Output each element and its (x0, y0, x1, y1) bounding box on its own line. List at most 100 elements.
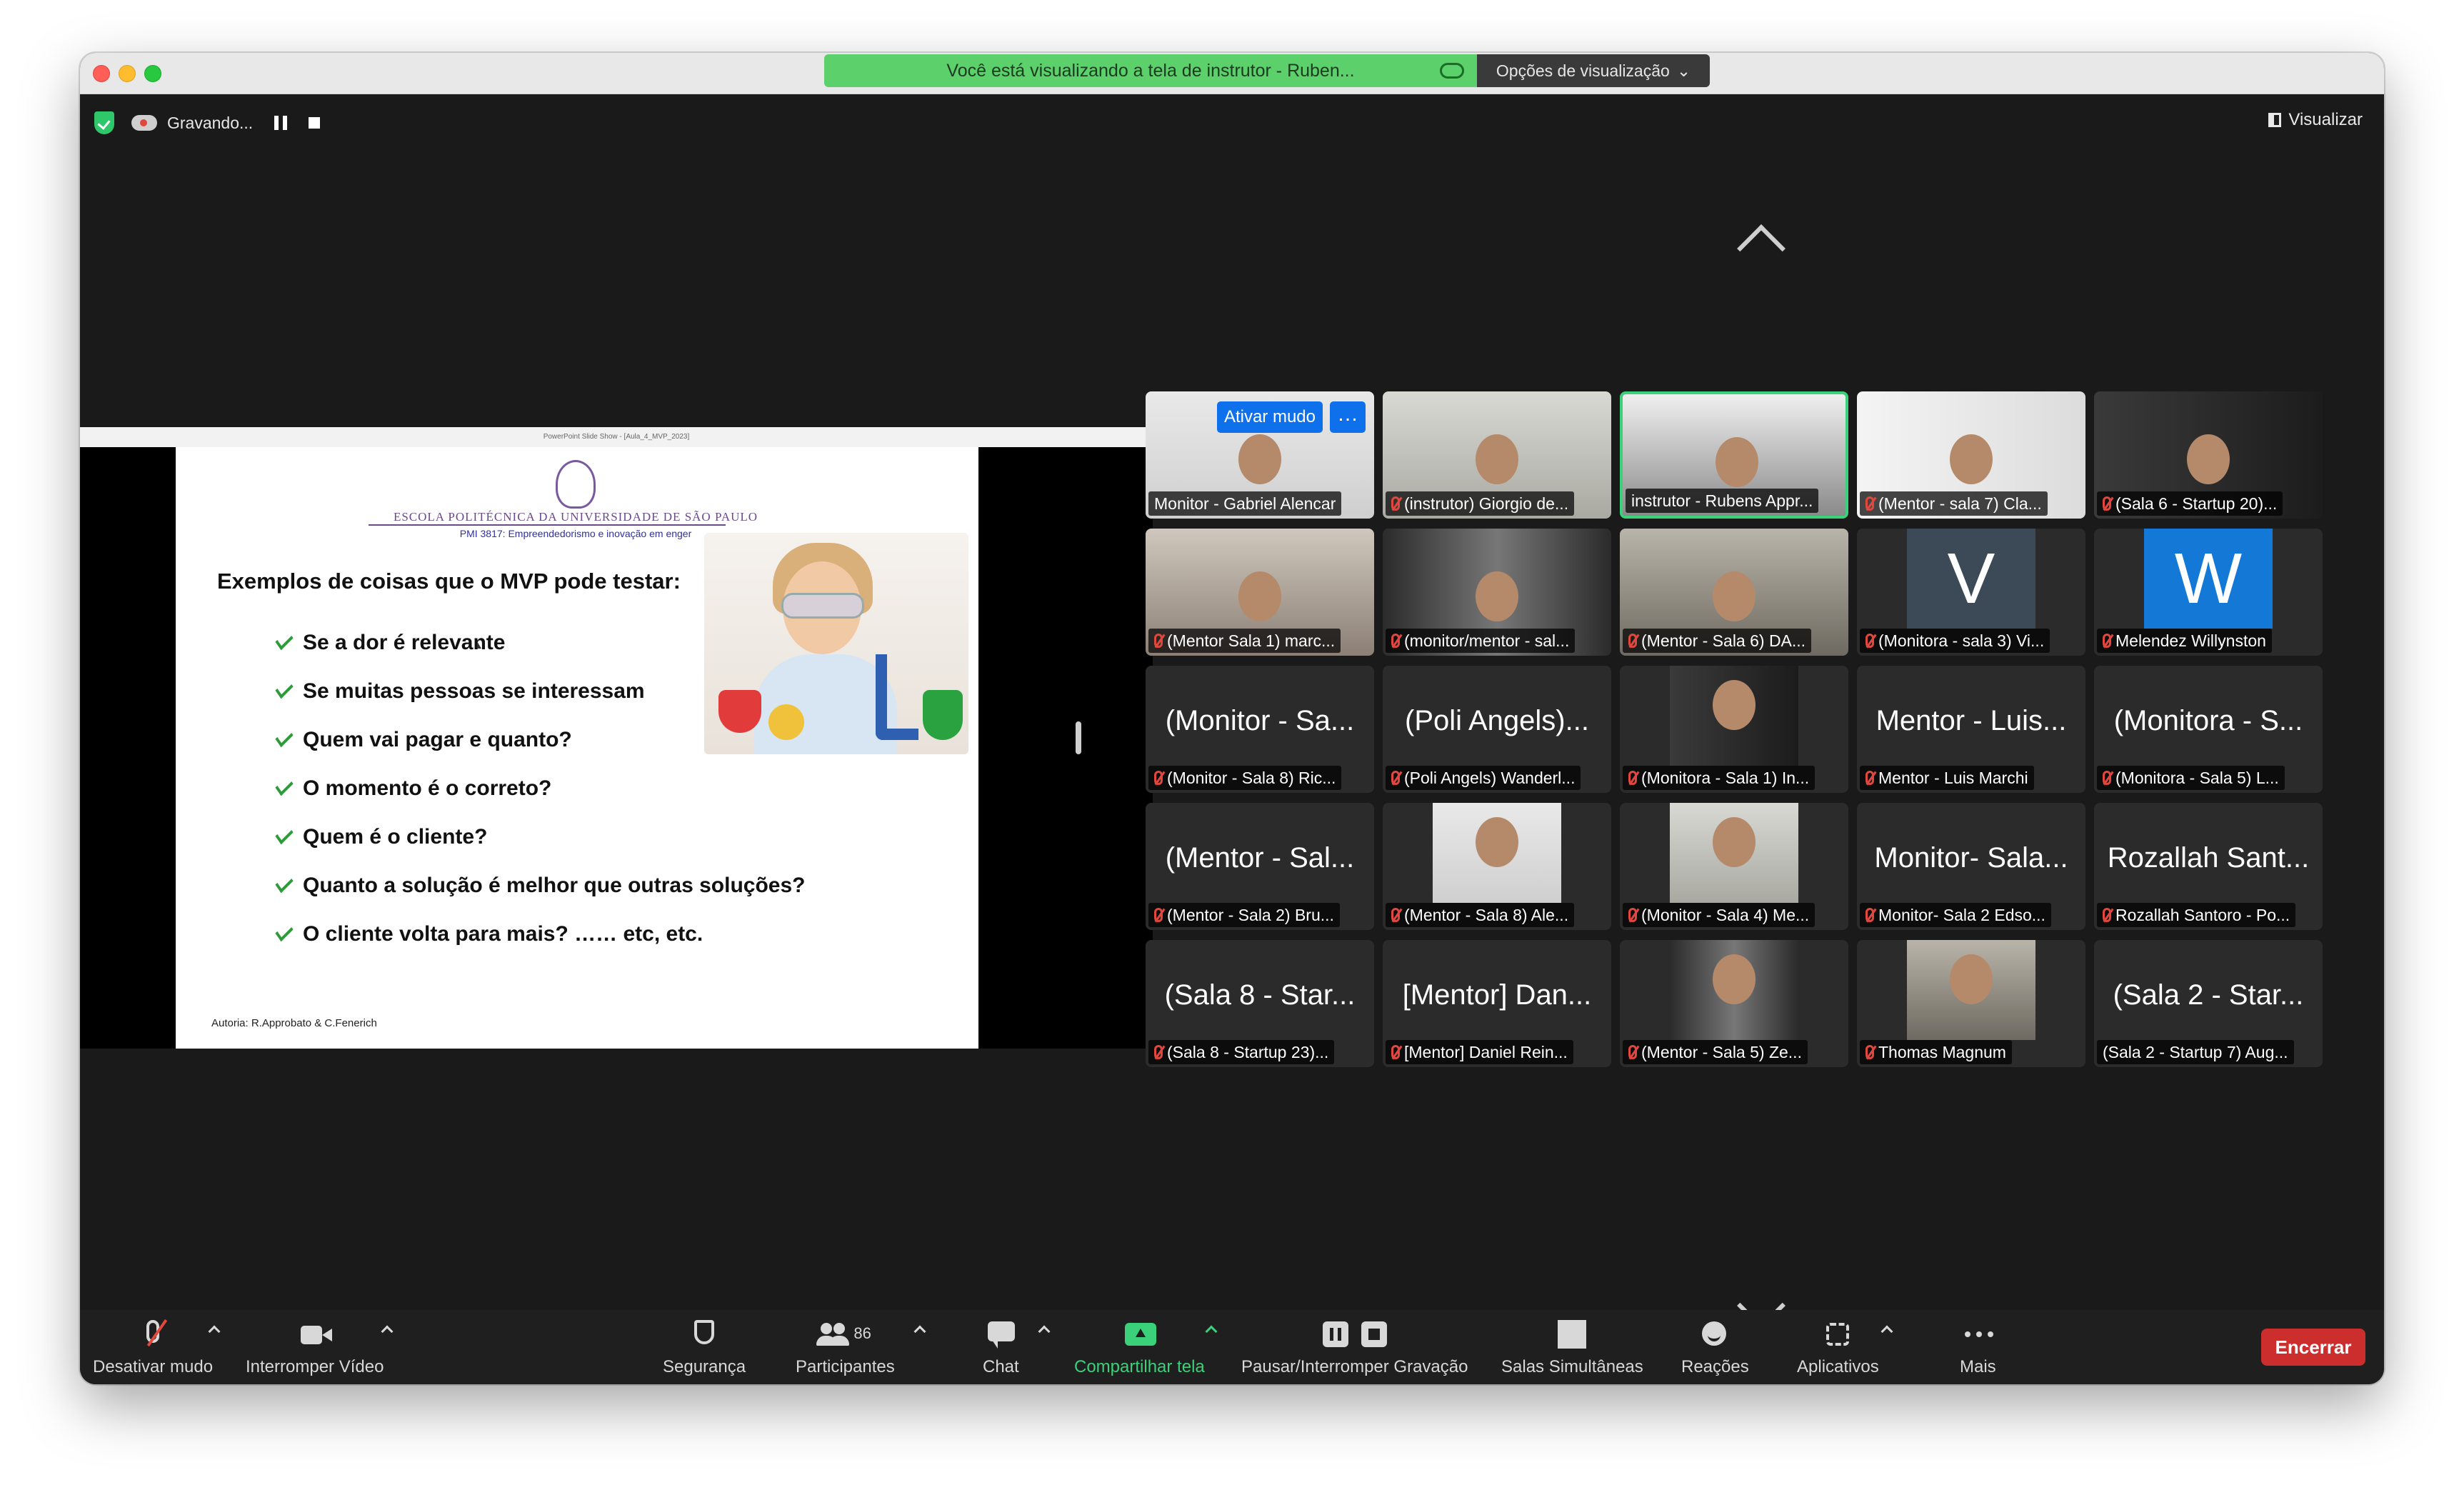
breakout-rooms-button[interactable]: Salas Simultâneas (1501, 1310, 1643, 1384)
participant-tile[interactable]: Rozallah Sant... Rozallah Santoro - Po... (2094, 803, 2323, 930)
stop-recording-icon[interactable] (309, 117, 321, 129)
mic-muted-icon (1391, 496, 1400, 511)
mic-muted-icon (2103, 908, 2111, 922)
participant-tile[interactable]: Monitor- Sala... Monitor- Sala 2 Edso... (1857, 803, 2085, 930)
participant-name: (Mentor Sala 1) marc... (1167, 631, 1336, 650)
participant-tile[interactable]: (Mentor - Sala 8) Ale... (1383, 803, 1611, 930)
apps-button[interactable]: Aplicativos (1797, 1310, 1879, 1384)
participant-name: Monitor - Gabriel Alencar (1154, 494, 1336, 513)
gallery-scroll-up-icon[interactable] (1737, 224, 1786, 273)
participant-tile[interactable]: Thomas Magnum (1857, 940, 2085, 1067)
view-options-button[interactable]: Opções de visualização ⌄ (1477, 54, 1710, 87)
participant-name-label: (Mentor - Sala 5) Ze... (1623, 1040, 1808, 1064)
security-button[interactable]: Segurança (663, 1310, 746, 1384)
rooms-label: Salas Simultâneas (1501, 1357, 1643, 1376)
participants-options-chevron-icon[interactable] (913, 1325, 926, 1338)
participant-tile[interactable]: (Sala 8 - Star... (Sala 8 - Startup 23)..… (1146, 940, 1374, 1067)
pause-recording-icon[interactable] (274, 116, 288, 130)
participant-tile[interactable]: W Melendez Willynston (2094, 529, 2323, 656)
mic-muted-icon (1865, 908, 1874, 922)
more-button[interactable]: Mais (1960, 1310, 1996, 1384)
participants-icon: 86 (816, 1320, 873, 1349)
participant-name-label: Mentor - Luis Marchi (1860, 766, 2034, 790)
chat-button[interactable]: Chat (983, 1310, 1019, 1384)
mic-muted-icon (1628, 634, 1637, 648)
ask-unmute-button[interactable]: Ativar mudo (1216, 401, 1323, 433)
bullet-item: O momento é o correto? (275, 764, 805, 813)
participant-display-name: (Mentor - Sal... (1165, 842, 1355, 874)
participant-tile[interactable]: (Sala 2 - Star... (Sala 2 - Startup 7) Au… (2094, 940, 2323, 1067)
split-view-handle[interactable] (1076, 721, 1081, 754)
bullet-text: Se a dor é relevante (303, 631, 506, 654)
participant-tile[interactable]: (Monitora - Sala 1) In... (1620, 666, 1848, 793)
mic-muted-icon (1154, 908, 1163, 922)
participant-tile[interactable]: (Mentor Sala 1) marc... (1146, 529, 1374, 656)
participant-tile[interactable]: (Monitor - Sa... (Monitor - Sala 8) Ric..… (1146, 666, 1374, 793)
video-camera-icon (300, 1320, 332, 1349)
security-shield-icon[interactable] (94, 111, 114, 134)
mute-button[interactable]: Desativar mudo (93, 1310, 213, 1384)
end-meeting-button[interactable]: Encerrar (2261, 1329, 2365, 1366)
smiley-icon (1701, 1320, 1729, 1349)
view-button[interactable]: Visualizar (2268, 110, 2363, 130)
participant-tile[interactable]: (Mentor - sala 7) Cla... (1857, 391, 2085, 519)
fullscreen-window-button[interactable] (144, 65, 161, 82)
share-screen-button[interactable]: Compartilhar tela (1074, 1310, 1205, 1384)
reactions-button[interactable]: Reações (1681, 1310, 1749, 1384)
mic-muted-icon (1391, 1045, 1400, 1059)
microscope-icon (876, 654, 918, 740)
cloud-recording-icon (131, 115, 157, 131)
check-icon (275, 921, 294, 942)
participant-name-label: [Mentor] Daniel Rein... (1386, 1040, 1573, 1064)
participant-tile[interactable]: (Mentor - Sala 5) Ze... (1620, 940, 1848, 1067)
shield-icon (690, 1320, 718, 1349)
slide-author: Autoria: R.Approbato & C.Fenerich (211, 1017, 377, 1029)
view-button-label: Visualizar (2288, 110, 2363, 129)
bullet-item: Quem é o cliente? (275, 813, 805, 861)
participant-tile[interactable]: (Mentor - Sala 6) DA... (1620, 529, 1848, 656)
participants-button[interactable]: 86 Participantes (796, 1310, 895, 1384)
participant-tile[interactable]: V (Monitora - sala 3) Vi... (1857, 529, 2085, 656)
participant-tile[interactable]: (Sala 6 - Startup 20)... (2094, 391, 2323, 519)
participant-tile[interactable]: (Monitora - S... (Monitora - Sala 5) L... (2094, 666, 2323, 793)
participant-tile[interactable]: (Mentor - Sal... (Mentor - Sala 2) Bru... (1146, 803, 1374, 930)
bullet-text: O momento é o correto? (303, 776, 552, 800)
bullet-item: Quanto a solução é melhor que outras sol… (275, 861, 806, 910)
participant-name: Thomas Magnum (1878, 1043, 2006, 1061)
participant-tile[interactable]: (instrutor) Giorgio de... (1383, 391, 1611, 519)
chevron-down-icon: ⌄ (1676, 61, 1691, 80)
participant-name-label: (instrutor) Giorgio de... (1386, 491, 1575, 516)
share-screen-icon (1125, 1320, 1157, 1349)
participant-tile[interactable]: (Poli Angels)... (Poli Angels) Wanderl... (1383, 666, 1611, 793)
cloud-icon (1440, 63, 1464, 79)
participant-tile[interactable]: (Monitor - Sala 4) Me... (1620, 803, 1848, 930)
bullet-item: O cliente volta para mais? …… etc, etc. (275, 910, 805, 959)
viewing-screen-banner: Você está visualizando a tela de instrut… (824, 54, 1477, 87)
participant-tile[interactable]: Ativar mudo… Monitor - Gabriel Alencar (1146, 391, 1374, 519)
participant-name: Melendez Willynston (2115, 631, 2266, 650)
participant-face (1476, 817, 1518, 867)
participant-tile[interactable]: [Mentor] Dan... [Mentor] Daniel Rein... (1383, 940, 1611, 1067)
participant-face (1713, 571, 1756, 621)
bullet-text: Quem é o cliente? (303, 825, 488, 849)
participant-face (1716, 437, 1758, 487)
pause-stop-recording-button[interactable]: Pausar/Interromper Gravação (1241, 1310, 1468, 1384)
participant-name-label: Thomas Magnum (1860, 1040, 2012, 1064)
participant-tile[interactable]: instrutor - Rubens Appr... (1620, 391, 1848, 519)
participant-tile[interactable]: (monitor/mentor - sal... (1383, 529, 1611, 656)
bullet-text: Quanto a solução é melhor que outras sol… (303, 874, 806, 897)
participant-name-label: (Mentor - Sala 2) Bru... (1148, 903, 1340, 927)
share-options-chevron-icon[interactable] (1205, 1325, 1218, 1338)
close-window-button[interactable] (93, 65, 110, 82)
participant-face (1238, 571, 1281, 621)
tile-more-options-icon[interactable]: … (1330, 401, 1366, 433)
chat-options-chevron-icon[interactable] (1038, 1325, 1051, 1338)
apps-options-chevron-icon[interactable] (1880, 1325, 1893, 1338)
participant-face (1238, 434, 1281, 484)
participant-name-label: (Sala 6 - Startup 20)... (2097, 491, 2283, 516)
participant-tile[interactable]: Mentor - Luis... Mentor - Luis Marchi (1857, 666, 2085, 793)
participant-video (1907, 940, 2035, 1040)
stop-video-button[interactable]: Interromper Vídeo (246, 1310, 384, 1384)
participant-name: (Mentor - Sala 8) Ale... (1404, 906, 1569, 924)
minimize-window-button[interactable] (119, 65, 136, 82)
